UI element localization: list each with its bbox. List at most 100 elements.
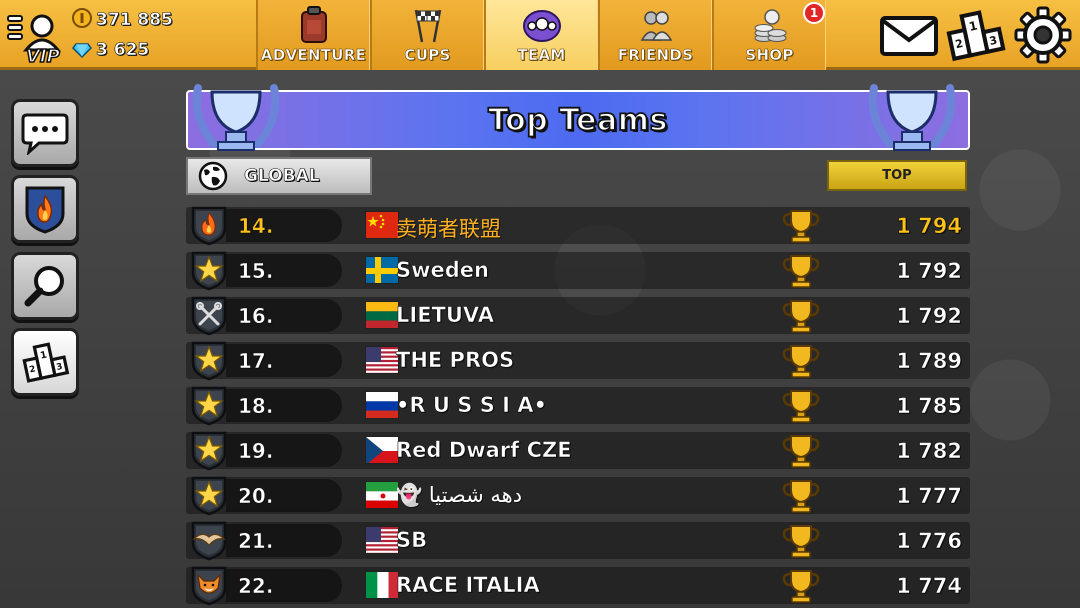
team-emblem-star-icon — [191, 431, 227, 471]
fuel-can-icon — [300, 6, 327, 43]
team-score: 1 782 — [896, 439, 962, 464]
top-bar: VIP 371 885 3 625 ADVENTURE CUPS TEAM FR… — [0, 0, 1080, 70]
settings-button[interactable] — [1012, 6, 1074, 64]
team-row[interactable]: 16. LIETUVA 1 792 — [186, 293, 976, 338]
team-score: 1 774 — [896, 574, 962, 599]
gems-counter[interactable]: 3 625 — [72, 38, 150, 61]
top-button[interactable]: TOP — [827, 160, 967, 191]
team-emblem-wings-icon — [191, 521, 227, 561]
trophy-icon — [782, 345, 820, 378]
flag-china-icon — [365, 211, 399, 239]
team-rank: 22. — [238, 574, 274, 599]
coins-value: 371 885 — [96, 10, 173, 31]
team-name: LIETUVA — [396, 303, 495, 328]
globe-icon — [198, 161, 228, 191]
gem-icon — [72, 43, 92, 58]
team-name: 卖萌者联盟 — [396, 217, 501, 241]
team-row[interactable]: 14. 卖萌者联盟 1 794 — [186, 203, 976, 248]
flag-russia-icon — [365, 391, 399, 419]
tab-cups[interactable]: CUPS — [370, 0, 484, 70]
podium-icon: 1 2 3 — [22, 342, 70, 383]
team-rank: 16. — [238, 304, 274, 329]
trophy-icon — [782, 435, 820, 468]
team-name: 👻 دهه شصتیا — [396, 483, 523, 507]
team-row[interactable]: 22. RACE ITALIA 1 774 — [186, 563, 976, 608]
flag-lithuania-icon — [365, 301, 399, 329]
team-rank: 14. — [238, 214, 274, 239]
team-emblem-star-icon — [191, 341, 227, 381]
main-nav: ADVENTURE CUPS TEAM FRIENDS SHOP 1 — [256, 0, 826, 70]
coins-counter[interactable]: 371 885 — [72, 8, 173, 30]
flag-iran-icon — [365, 481, 399, 509]
team-badge-flame-icon — [25, 186, 65, 234]
team-row[interactable]: 21. SB 1 776 — [186, 518, 976, 563]
team-emblem-star-icon — [191, 251, 227, 291]
tab-adventure[interactable]: ADVENTURE — [256, 0, 370, 70]
tab-friends[interactable]: FRIENDS — [598, 0, 712, 70]
leaderboard-button[interactable]: 1 2 3 — [944, 6, 1006, 64]
team-row[interactable]: 19. Red Dwarf CZE 1 782 — [186, 428, 976, 473]
podium-icon: 1 2 3 — [946, 10, 1006, 62]
team-leaderboard-list: 14. 卖萌者联盟 1 794 15. Sweden 1 792 16. LIETUVA 1 7… — [186, 203, 976, 608]
team-score: 1 785 — [896, 394, 962, 419]
gems-value: 3 625 — [96, 40, 150, 61]
team-rank: 18. — [238, 394, 274, 419]
team-emblem-star-icon — [191, 386, 227, 426]
trophy-icon — [782, 300, 820, 333]
team-score: 1 789 — [896, 349, 962, 374]
trophy-icon — [782, 570, 820, 603]
sidebar-leaderboard-button[interactable]: 1 2 3 — [11, 328, 79, 396]
team-name: SB — [396, 528, 428, 553]
team-emblem-flame-icon — [191, 206, 227, 246]
team-row[interactable]: 15. Sweden 1 792 — [186, 248, 976, 293]
tab-shop[interactable]: SHOP 1 — [712, 0, 826, 70]
tab-friends-label: FRIENDS — [617, 46, 694, 65]
mail-button[interactable] — [878, 6, 940, 64]
team-score: 1 792 — [896, 259, 962, 284]
top-teams-banner: Top Teams — [186, 90, 970, 150]
top-button-label: TOP — [882, 168, 912, 183]
page-title: Top Teams — [487, 102, 668, 139]
team-row[interactable]: 18. •R U S S I A• 1 785 — [186, 383, 976, 428]
trophy-icon — [782, 480, 820, 513]
coin-stack-icon — [754, 9, 786, 42]
team-rank: 21. — [238, 529, 274, 554]
flag-italy-icon — [365, 571, 399, 599]
team-name: Red Dwarf CZE — [396, 438, 572, 463]
checkered-flags-icon — [414, 9, 441, 43]
team-emblem-icon — [522, 10, 561, 42]
scope-selector[interactable]: GLOBAL — [186, 157, 372, 195]
mail-icon — [880, 16, 938, 56]
team-name: Sweden — [396, 258, 490, 283]
team-score: 1 792 — [896, 304, 962, 329]
trophy-icon — [782, 210, 820, 243]
team-rank: 17. — [238, 349, 274, 374]
team-rank: 19. — [238, 439, 274, 464]
tab-shop-label: SHOP — [745, 46, 794, 65]
sidebar-search-button[interactable] — [11, 252, 79, 320]
team-row[interactable]: 20. 👻 دهه شصتیا 1 777 — [186, 473, 976, 518]
team-score: 1 794 — [896, 214, 962, 239]
team-name: •R U S S I A• — [396, 393, 548, 418]
trophy-laurel-icon — [868, 84, 956, 151]
team-name: THE PROS — [396, 348, 515, 373]
team-name: RACE ITALIA — [396, 573, 540, 598]
flag-usa-icon — [365, 346, 399, 374]
trophy-icon — [782, 255, 820, 288]
vip-button[interactable]: VIP — [6, 8, 64, 68]
tab-team[interactable]: TEAM — [484, 0, 598, 70]
team-score: 1 777 — [896, 484, 962, 509]
team-row[interactable]: 17. THE PROS 1 789 — [186, 338, 976, 383]
trophy-icon — [782, 525, 820, 558]
sidebar-chat-button[interactable] — [11, 99, 79, 167]
tab-team-label: TEAM — [517, 46, 566, 65]
team-emblem-fox-icon — [191, 566, 227, 606]
flag-sweden-icon — [365, 256, 399, 284]
coin-icon — [72, 8, 92, 28]
team-score: 1 776 — [896, 529, 962, 554]
flag-usa-icon — [365, 526, 399, 554]
magnifier-icon — [24, 266, 64, 307]
trophy-laurel-icon — [192, 84, 280, 151]
sidebar-my-team-button[interactable] — [11, 175, 79, 243]
team-emblem-star-icon — [191, 476, 227, 516]
